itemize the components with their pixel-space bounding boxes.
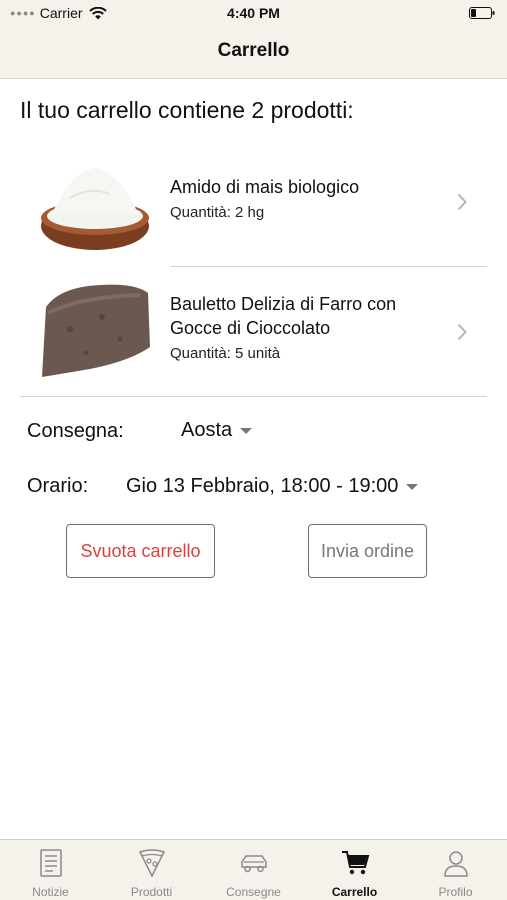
product-name: Amido di mais biologico	[170, 177, 360, 197]
tab-consegne[interactable]: Consegne	[203, 840, 304, 900]
tab-label: Profilo	[438, 885, 473, 899]
caret-down-icon	[240, 427, 253, 434]
newspaper-icon	[40, 849, 62, 877]
bread-loaf-image	[40, 277, 150, 387]
flour-bowl-image	[40, 148, 150, 258]
tab-label: Notizie	[32, 885, 69, 899]
shopping-cart-icon	[342, 851, 370, 875]
schedule-label: Orario:	[27, 475, 89, 497]
delivery-value: Aosta	[181, 419, 233, 441]
cart-item[interactable]: Amido di mais biologico Quantità: 2 hg	[40, 148, 487, 266]
separator	[20, 396, 487, 397]
delivery-label: Consegna:	[27, 420, 124, 442]
cart-summary: Il tuo carrello contiene 2 prodotti:	[20, 97, 354, 123]
caret-down-icon	[406, 483, 419, 490]
send-order-button[interactable]: Invia ordine	[308, 524, 427, 578]
delivery-select[interactable]: Aosta	[181, 419, 253, 442]
separator	[170, 266, 487, 267]
tab-label: Carrello	[331, 885, 378, 899]
page-title: Carrello	[217, 40, 290, 61]
tab-notizie[interactable]: Notizie	[0, 840, 101, 900]
car-icon	[241, 855, 267, 873]
schedule-select[interactable]: Gio 13 Febbraio, 18:00 - 19:00	[126, 475, 419, 498]
schedule-value: Gio 13 Febbraio, 18:00 - 19:00	[126, 475, 399, 497]
tab-label: Prodotti	[130, 885, 173, 899]
status-bar: ●●●● Carrier 4:40 PM	[0, 0, 507, 26]
product-quantity: Quantità: 2 hg	[170, 204, 265, 221]
cart-item[interactable]: Bauletto Delizia di Farro con Gocce di C…	[40, 270, 487, 396]
product-quantity: Quantità: 5 unità	[170, 345, 281, 362]
tab-carrello[interactable]: Carrello	[304, 840, 405, 900]
clear-cart-button[interactable]: Svuota carrello	[66, 524, 215, 578]
chevron-right-icon	[457, 323, 467, 341]
chevron-right-icon	[457, 193, 467, 211]
battery-icon	[469, 7, 495, 19]
tab-bar: Notizie Prodotti Consegne Carrello Profi…	[0, 839, 507, 900]
tab-profilo[interactable]: Profilo	[405, 840, 506, 900]
tab-prodotti[interactable]: Prodotti	[101, 840, 202, 900]
navigation-bar: Carrello	[0, 26, 507, 79]
product-name: Bauletto Delizia di Farro con Gocce di C…	[170, 294, 397, 338]
pizza-slice-icon	[138, 849, 166, 878]
tab-label: Consegne	[226, 885, 281, 899]
person-icon	[444, 851, 468, 877]
clock: 4:40 PM	[227, 5, 280, 21]
